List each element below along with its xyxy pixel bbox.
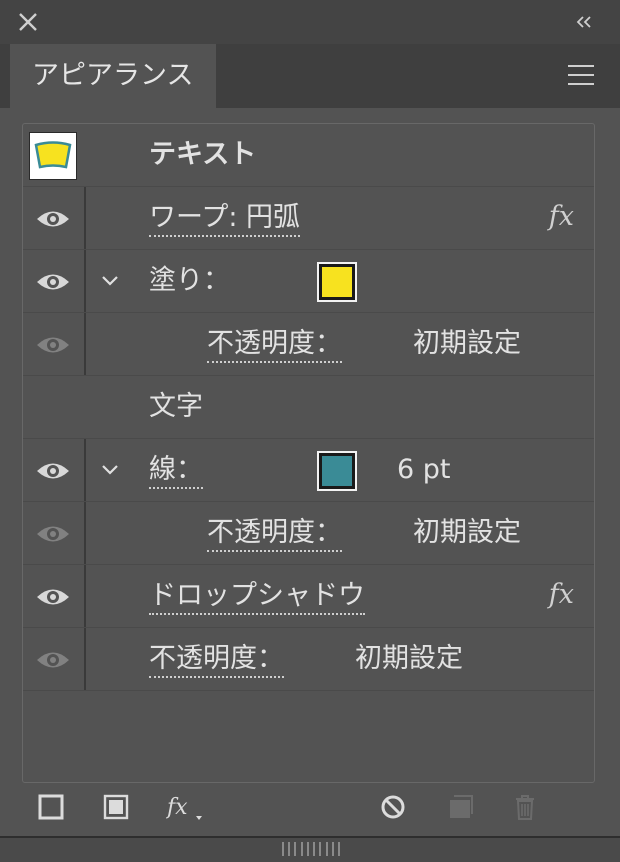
column-divider	[84, 250, 86, 312]
tab-appearance[interactable]: アピアランス	[10, 44, 216, 108]
target-label: テキスト	[149, 139, 257, 170]
appearance-panel-body: テキスト ワープ: 円弧 fx 塗り： 不透明度： 初期設定 文字 線： 6 p…	[0, 108, 620, 862]
panel-titlebar	[0, 0, 620, 44]
opacity-value: 初期設定	[413, 517, 521, 548]
opacity-link[interactable]: 不透明度：	[207, 516, 342, 552]
drop-shadow-link[interactable]: ドロップシャドウ	[149, 579, 365, 615]
stroke-row[interactable]: 線： 6 pt	[23, 439, 594, 502]
stroke-opacity-row[interactable]: 不透明度： 初期設定	[23, 502, 594, 565]
clear-appearance-icon[interactable]	[378, 792, 408, 822]
fill-opacity-row[interactable]: 不透明度： 初期設定	[23, 313, 594, 376]
visibility-toggle[interactable]	[23, 313, 85, 375]
effect-row-warp[interactable]: ワープ: 円弧 fx	[23, 187, 594, 250]
visibility-toggle[interactable]	[23, 628, 85, 690]
fill-row[interactable]: 塗り：	[23, 250, 594, 313]
opacity-value: 初期設定	[355, 643, 463, 674]
visibility-toggle[interactable]	[23, 565, 85, 627]
fx-icon[interactable]: fx	[549, 201, 574, 232]
tab-bar: アピアランス	[0, 44, 620, 108]
object-opacity-row[interactable]: 不透明度： 初期設定	[23, 628, 594, 691]
eye-icon[interactable]	[36, 460, 70, 482]
fill-color-swatch[interactable]	[317, 262, 357, 302]
stroke-link[interactable]: 線：	[149, 453, 203, 489]
grip-handle-icon[interactable]	[282, 842, 340, 856]
svg-text:fx: fx	[166, 795, 188, 820]
appearance-list: テキスト ワープ: 円弧 fx 塗り： 不透明度： 初期設定 文字 線： 6 p…	[22, 123, 595, 783]
warp-arc-thumbnail-icon	[34, 141, 72, 169]
eye-icon[interactable]	[36, 586, 70, 608]
stroke-color-swatch[interactable]	[317, 451, 357, 491]
stroke-weight-value[interactable]: 6 pt	[397, 439, 451, 501]
resize-grip[interactable]	[0, 836, 620, 862]
characters-row[interactable]: 文字	[23, 376, 594, 439]
chevron-down-icon[interactable]	[101, 462, 119, 476]
column-divider	[84, 439, 86, 501]
opacity-value: 初期設定	[413, 328, 521, 359]
close-icon[interactable]	[16, 10, 40, 34]
target-row[interactable]: テキスト	[23, 124, 594, 187]
warp-arc-link[interactable]: ワープ: 円弧	[149, 201, 301, 237]
add-new-stroke-icon[interactable]	[36, 792, 66, 822]
opacity-link[interactable]: 不透明度：	[207, 327, 342, 363]
add-new-fill-icon[interactable]	[101, 792, 131, 822]
collapse-panel-icon[interactable]	[574, 12, 594, 32]
bottom-toolbar: fx	[0, 780, 620, 836]
column-divider	[84, 187, 86, 249]
fill-label: 塗り：	[149, 265, 230, 296]
eye-icon[interactable]	[36, 208, 70, 230]
visibility-toggle[interactable]	[23, 187, 85, 249]
eye-icon[interactable]	[36, 649, 70, 671]
stroke-color	[322, 456, 352, 486]
opacity-link[interactable]: 不透明度：	[149, 642, 284, 678]
column-divider	[84, 565, 86, 627]
trash-icon[interactable]	[510, 792, 540, 822]
visibility-toggle[interactable]	[23, 502, 85, 564]
panel-menu-icon[interactable]	[568, 65, 594, 87]
text-thumbnail	[29, 132, 77, 180]
eye-icon[interactable]	[36, 523, 70, 545]
characters-label: 文字	[149, 391, 203, 422]
effect-row-drop-shadow[interactable]: ドロップシャドウ fx	[23, 565, 594, 628]
column-divider	[84, 313, 86, 375]
duplicate-item-icon[interactable]	[446, 792, 476, 822]
column-divider	[84, 502, 86, 564]
visibility-toggle[interactable]	[23, 250, 85, 312]
eye-icon[interactable]	[36, 271, 70, 293]
add-new-effect-icon[interactable]: fx	[166, 792, 206, 822]
chevron-down-icon[interactable]	[101, 273, 119, 287]
column-divider	[84, 628, 86, 690]
eye-icon[interactable]	[36, 334, 70, 356]
fill-color	[322, 267, 352, 297]
visibility-toggle[interactable]	[23, 439, 85, 501]
fx-icon[interactable]: fx	[549, 579, 574, 610]
